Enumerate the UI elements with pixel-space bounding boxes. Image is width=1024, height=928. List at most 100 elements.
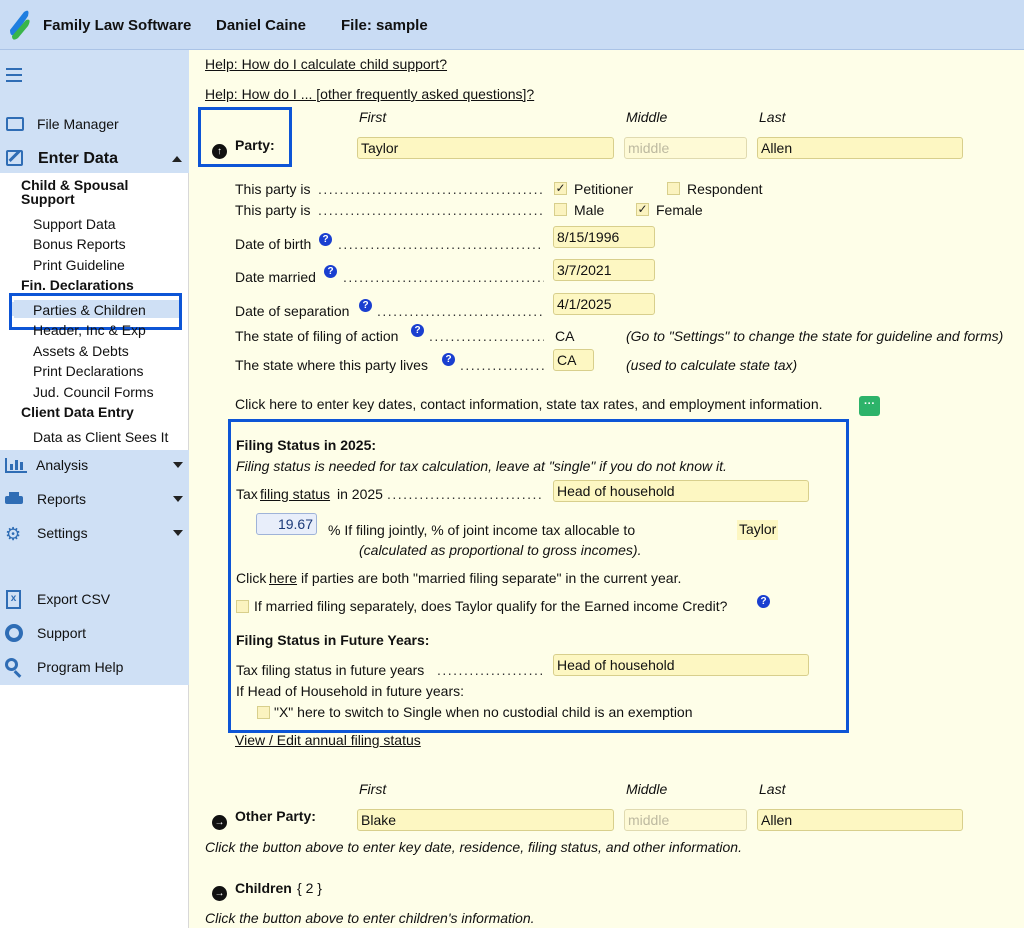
sidebar-item-analysis[interactable]: Analysis xyxy=(36,457,88,473)
expand-right-icon[interactable]: → xyxy=(212,886,227,901)
caret-up-icon[interactable] xyxy=(172,156,182,162)
sidebar-item-jud-council-forms[interactable]: Jud. Council Forms xyxy=(33,384,154,400)
hoh-future-text: If Head of Household in future years: xyxy=(236,683,465,699)
sidebar-item-support-data[interactable]: Support Data xyxy=(33,216,116,232)
file-name: File: sample xyxy=(341,17,428,34)
help-icon[interactable]: ? xyxy=(324,265,337,278)
printer-icon xyxy=(5,492,23,506)
help-icon[interactable]: ? xyxy=(359,299,372,312)
leader-dots: ........................ xyxy=(437,662,544,678)
sidebar-item-program-help[interactable]: Program Help xyxy=(37,659,123,675)
state-lives-input[interactable]: CA xyxy=(553,349,594,371)
party-middle-name-input[interactable]: middle xyxy=(624,137,747,159)
menu-icon[interactable] xyxy=(6,68,22,82)
other-party-label: Other Party: xyxy=(235,808,316,824)
sidebar-item-reports[interactable]: Reports xyxy=(37,491,86,507)
male-checkbox[interactable] xyxy=(554,203,567,216)
sidebar-item-bonus-reports[interactable]: Bonus Reports xyxy=(33,236,126,252)
party-label: Party: xyxy=(235,137,275,153)
help-child-support-link[interactable]: Help: How do I calculate child support? xyxy=(205,56,447,72)
sidebar-item-support[interactable]: Support xyxy=(37,625,86,641)
future-filing-status-select[interactable]: Head of household xyxy=(553,654,809,676)
party-first-name-input[interactable]: Taylor xyxy=(357,137,614,159)
party-gender-label: This party is xyxy=(235,202,311,218)
chevron-down-icon[interactable] xyxy=(173,530,183,536)
joint-percent-text: % If filing jointly, % of joint income t… xyxy=(328,522,636,538)
help-icon[interactable]: ? xyxy=(411,324,424,337)
other-middle-name-input[interactable]: middle xyxy=(624,809,747,831)
petitioner-checkbox[interactable]: ✓ xyxy=(554,182,567,195)
sidebar-item-enter-data[interactable]: Enter Data xyxy=(38,150,118,168)
app-name: Family Law Software xyxy=(43,17,192,34)
children-count: { 2 } xyxy=(297,880,322,896)
leader-dots: ........................................… xyxy=(318,202,544,218)
key-dates-text: Click here to enter key dates, contact i… xyxy=(235,396,823,412)
party-last-name-input[interactable]: Allen xyxy=(757,137,963,159)
other-last-name-input[interactable]: Allen xyxy=(757,809,963,831)
tax-filing-label-prefix: Tax xyxy=(236,486,258,502)
filing-status-note: Filing status is needed for tax calculat… xyxy=(236,458,727,474)
married-date-input[interactable]: 3/7/2021 xyxy=(553,259,655,281)
state-lives-note: (used to calculate state tax) xyxy=(626,357,798,373)
collapse-up-icon[interactable]: ↑ xyxy=(212,144,227,159)
leader-dots: ................................... xyxy=(387,486,544,502)
children-note: Click the button above to enter children… xyxy=(205,910,535,926)
filing-status-2025-select[interactable]: Head of household xyxy=(553,480,809,502)
state-filing-value: CA xyxy=(555,328,575,344)
petitioner-label: Petitioner xyxy=(574,181,634,197)
female-label: Female xyxy=(656,202,703,218)
mfs-here-link[interactable]: here xyxy=(269,570,297,586)
help-icon[interactable]: ? xyxy=(442,353,455,366)
dob-input[interactable]: 8/15/1996 xyxy=(553,226,655,248)
more-options-button[interactable]: ··· xyxy=(859,396,880,416)
sidebar-item-export-csv[interactable]: Export CSV xyxy=(37,591,110,607)
sidebar-item-header-inc-exp[interactable]: Header, Inc & Exp xyxy=(33,322,146,338)
other-party-note: Click the button above to enter key date… xyxy=(205,839,742,855)
sidebar-item-print-declarations[interactable]: Print Declarations xyxy=(33,363,144,379)
eic-checkbox[interactable] xyxy=(236,600,249,613)
joint-percent-note: (calculated as proportional to gross inc… xyxy=(359,542,642,558)
sidebar-lower-band xyxy=(0,450,189,685)
help-icon[interactable]: ? xyxy=(319,233,332,246)
filing-status-title: Filing Status in 2025: xyxy=(236,437,377,453)
view-edit-filing-status-link[interactable]: View / Edit annual filing status xyxy=(235,732,421,748)
state-lives-label: The state where this party lives xyxy=(235,357,428,373)
sidebar-item-file-manager[interactable]: File Manager xyxy=(37,116,119,132)
user-name: Daniel Caine xyxy=(216,17,307,34)
sidebar-item-assets-debts[interactable]: Assets & Debts xyxy=(33,343,129,359)
sidebar-item-print-guideline[interactable]: Print Guideline xyxy=(33,257,125,273)
leader-dots: ........................................… xyxy=(338,236,544,252)
separation-date-input[interactable]: 4/1/2025 xyxy=(553,293,655,315)
switch-single-checkbox[interactable] xyxy=(257,706,270,719)
leader-dots: .......................... xyxy=(429,328,544,344)
chevron-down-icon[interactable] xyxy=(173,496,183,502)
sidebar-item-data-as-client[interactable]: Data as Client Sees It xyxy=(33,429,168,445)
leader-dots: ................... xyxy=(460,357,544,373)
tax-filing-label-suffix: in 2025 xyxy=(337,486,383,502)
help-icon[interactable]: ? xyxy=(757,595,770,608)
lifebuoy-icon xyxy=(5,624,23,642)
sidebar-item-settings[interactable]: Settings xyxy=(37,525,88,541)
party-role-label: This party is xyxy=(235,181,311,197)
mfs-click-prefix: Click xyxy=(236,570,267,586)
joint-percent-input[interactable]: 19.67 xyxy=(256,513,317,535)
future-filing-label: Tax filing status in future years xyxy=(236,662,425,678)
respondent-checkbox[interactable] xyxy=(667,182,680,195)
chevron-down-icon[interactable] xyxy=(173,462,183,468)
help-faq-link[interactable]: Help: How do I ... [other frequently ask… xyxy=(205,86,534,102)
joint-name-value: Taylor xyxy=(737,520,779,540)
state-filing-label: The state of filing of action xyxy=(235,328,399,344)
app-logo-icon xyxy=(6,8,32,40)
party-last-header: Last xyxy=(759,109,786,125)
top-bar: Family Law Software Daniel Caine File: s… xyxy=(0,0,1024,50)
other-last-header: Last xyxy=(759,781,786,797)
filing-status-link[interactable]: filing status xyxy=(260,486,330,502)
analysis-icon xyxy=(5,458,27,473)
female-checkbox[interactable]: ✓ xyxy=(636,203,649,216)
expand-right-icon[interactable]: → xyxy=(212,815,227,830)
separation-label: Date of separation xyxy=(235,303,350,319)
search-icon xyxy=(5,658,25,678)
other-first-name-input[interactable]: Blake xyxy=(357,809,614,831)
male-label: Male xyxy=(574,202,605,218)
mfs-click-suffix: if parties are both "married filing sepa… xyxy=(301,570,682,586)
